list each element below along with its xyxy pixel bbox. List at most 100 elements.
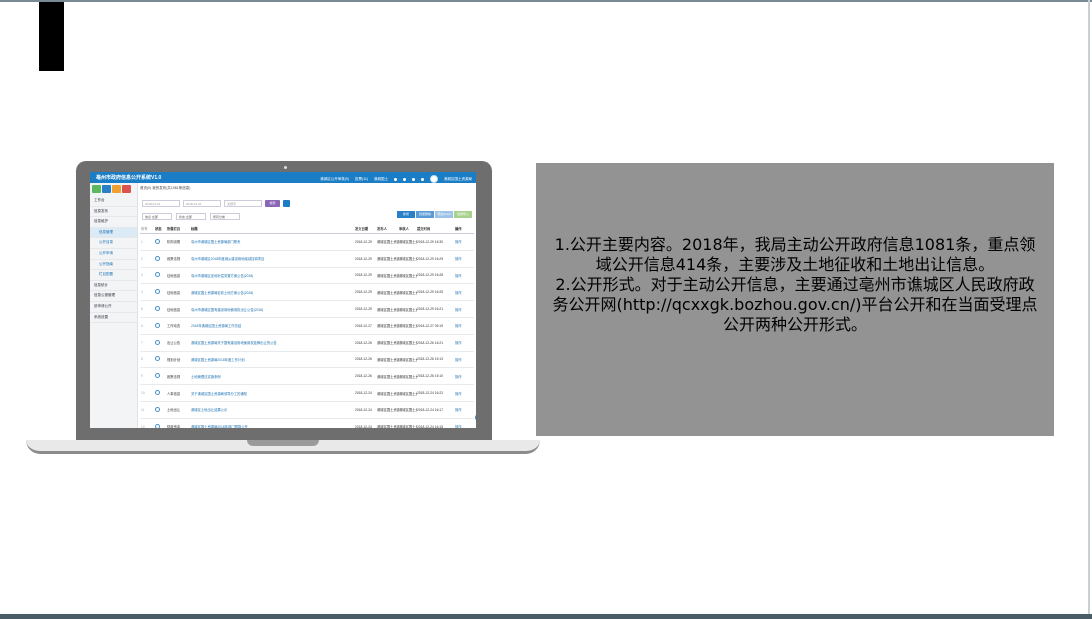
status-icon: [155, 406, 167, 413]
category-select[interactable]: 所有分类: [210, 213, 240, 220]
refresh-icon[interactable]: [403, 177, 406, 181]
message-icon[interactable]: [412, 177, 415, 181]
cell-time: 2018-12-29 16:30: [417, 239, 444, 244]
col-date[interactable]: 发文日期: [355, 226, 377, 233]
table-row[interactable]: 10 人事信息 关于谯城区国土资源局领导分工的通知 2018-12-24 谯城区国土资源…: [140, 385, 474, 402]
cell-title[interactable]: 谯城区国土资源局关于国有建设用地使用权挂牌出让的公告: [191, 340, 355, 345]
sidebar-item-catalog[interactable]: 公开目录: [90, 238, 137, 249]
home-icon[interactable]: [394, 177, 397, 181]
table-header: 序号 状态 所属栏目 标题 发文日期 发布人 审核人 提交时间 操作: [140, 226, 474, 234]
export-button[interactable]: 导出Excel: [435, 211, 453, 218]
sidebar-item-publish[interactable]: 信息发布: [90, 207, 137, 218]
sidebar-item-request[interactable]: 依申请公开: [90, 302, 137, 313]
cell-op[interactable]: 操作: [455, 323, 467, 328]
cell-op[interactable]: 操作: [455, 273, 467, 278]
col-op[interactable]: 操作: [455, 226, 467, 233]
cell-title[interactable]: 亳州市谯城区征地补偿安置方案公告(2018): [191, 273, 355, 278]
col-reviewer[interactable]: 审核人: [399, 226, 417, 233]
sidebar-item-workbench[interactable]: 工作台: [90, 196, 137, 207]
cell-time: 2018-12-26 15:13: [417, 357, 444, 362]
cell-title[interactable]: 土地管理法实施条例: [191, 374, 355, 379]
col-time[interactable]: 提交时间: [417, 226, 455, 233]
cell-op[interactable]: 操作: [455, 256, 467, 261]
tool-red-icon[interactable]: [122, 185, 131, 193]
cell-reviewer: 谯城区国土资源局: [399, 290, 417, 295]
float-tool-icon[interactable]: [475, 414, 476, 421]
cell-op[interactable]: 操作: [455, 391, 467, 396]
cell-title[interactable]: 谯城区国土资源局2018年度工作计划: [191, 357, 355, 362]
sidebar-item-manage[interactable]: 信息管理: [90, 227, 137, 239]
tool-orange-icon[interactable]: [112, 185, 121, 193]
cell-title[interactable]: 谯城区国土资源局征收土地方案公告(2018): [191, 290, 355, 295]
col-index[interactable]: 序号: [140, 226, 155, 233]
import-button[interactable]: 批量导入: [454, 211, 472, 218]
cell-date: 2018-12-24: [355, 407, 372, 412]
cell-reviewer: 谯城区国土资源局: [399, 408, 417, 413]
date-to-input[interactable]: 2018-12-31: [183, 200, 221, 207]
header-link-vote[interactable]: 投票(11): [355, 177, 368, 182]
sidebar-item-settings[interactable]: 系统设置: [90, 313, 137, 324]
cell-title[interactable]: 谯城区国土资源局2018年部门预算公开: [191, 424, 355, 428]
sidebar-item-stats[interactable]: 信息统计: [90, 281, 137, 292]
cell-category: 政策法规: [167, 257, 181, 262]
info-type-select[interactable]: 信息 全部: [142, 213, 172, 220]
sidebar-item-bulletin[interactable]: 信息公报管理: [90, 291, 137, 302]
tool-blue-icon[interactable]: [102, 185, 111, 193]
col-status[interactable]: 状态: [155, 226, 167, 233]
cell-index: 6: [141, 323, 143, 328]
status-icon: [155, 255, 167, 262]
cell-op[interactable]: 操作: [455, 424, 467, 428]
cell-publisher: 谯城区国土资源局: [377, 307, 399, 312]
col-publisher[interactable]: 发布人: [377, 226, 399, 233]
cell-op[interactable]: 操作: [455, 307, 467, 312]
table-row[interactable]: 1 机构设置 亳州市谯城区国土资源局部门职责2018-12-29 谯城区国土资源局谯城…: [140, 234, 474, 251]
info-table: 序号 状态 所属栏目 标题 发文日期 发布人 审核人 提交时间 操作 1 机构设置…: [140, 226, 474, 428]
table-row[interactable]: 11 土地出让 谯城区土地出让结果公示2018-12-24 谯城区国土资源局谯城区国土…: [140, 402, 474, 419]
cell-op[interactable]: 操作: [455, 290, 467, 295]
keyword-input[interactable]: 关键字: [224, 200, 262, 207]
cell-op[interactable]: 操作: [455, 357, 467, 362]
cell-category: 出让公告: [167, 341, 181, 346]
cell-op[interactable]: 操作: [455, 407, 467, 412]
cell-title[interactable]: 亳州市谯城区2018年度城乡建设用地增减挂钩项目: [191, 256, 355, 261]
cell-date: 2018-12-26: [355, 340, 372, 345]
avatar[interactable]: [430, 175, 438, 183]
cell-date: 2018-12-24: [355, 424, 372, 428]
cell-time: 2018-12-29 16:21: [417, 307, 444, 312]
table-row[interactable]: 8 规划计划 谯城区国土资源局2018年度工作计划 2018-12-26 谯城区国土资源…: [140, 352, 474, 369]
sidebar-item-maintain[interactable]: 信息维护: [90, 217, 137, 228]
batch-delete-button[interactable]: 批量删除: [416, 211, 434, 218]
advanced-search-icon[interactable]: [283, 200, 290, 207]
header-link-review[interactable]: 谯城区公开审核(9): [320, 177, 349, 182]
table-row[interactable]: 5 征地信息 亳州市谯城区国有建设用地使用权出让公告(2018) 2018-12-29…: [140, 301, 474, 318]
header-link-org[interactable]: 谯城国土: [374, 177, 388, 182]
cell-title[interactable]: 亳州市谯城区国有建设用地使用权出让公告(2018): [191, 307, 355, 312]
cell-title[interactable]: 亳州市谯城区国土资源局部门职责: [191, 239, 355, 244]
table-row[interactable]: 9 政策法规 土地管理法实施条例2018-12-26 谯城区国土资源局谯城区国土资源局…: [140, 368, 474, 386]
table-row[interactable]: 7 出让公告 谯城区国土资源局关于国有建设用地使用权挂牌出让的公告 2018-12-2…: [140, 335, 474, 352]
search-button[interactable]: 搜索: [265, 200, 280, 207]
header-user-name[interactable]: 谯城区国土资源局: [444, 177, 472, 182]
table-row[interactable]: 2 政策法规 亳州市谯城区2018年度城乡建设用地增减挂钩项目 2018-12-29 谯…: [140, 251, 474, 268]
table-row[interactable]: 4 征地信息 谯城区国土资源局征收土地方案公告(2018) 2018-12-29 谯城区…: [140, 284, 474, 302]
col-title[interactable]: 标题: [191, 226, 355, 233]
cell-title[interactable]: 谯城区土地出让结果公示: [191, 407, 355, 412]
date-from-input[interactable]: 2018-01-01: [142, 200, 180, 207]
tool-green-icon[interactable]: [92, 185, 101, 193]
cell-op[interactable]: 操作: [455, 374, 467, 379]
sidebar-item-column[interactable]: 栏目配置: [90, 270, 137, 281]
table-row[interactable]: 3 征地信息 亳州市谯城区征地补偿安置方案公告(2018) 2018-12-29 谯城区…: [140, 268, 474, 285]
cell-op[interactable]: 操作: [455, 340, 467, 345]
cell-category: 财政资金: [167, 425, 181, 428]
sidebar-item-apply[interactable]: 公开申请: [90, 249, 137, 260]
table-row[interactable]: 12 财政资金 谯城区国土资源局2018年部门预算公开 2018-12-24 谯城区国土…: [140, 419, 474, 428]
col-category[interactable]: 所属栏目: [167, 226, 191, 233]
status-select[interactable]: 状态 全部: [176, 213, 206, 220]
add-button[interactable]: 新增: [397, 211, 415, 218]
cell-title[interactable]: 2018年谯城区国土资源局工作总结: [191, 323, 355, 328]
user-icon[interactable]: [421, 177, 424, 181]
table-row[interactable]: 6 工作动态 2018年谯城区国土资源局工作总结2018-12-27 谯城区国土资源局…: [140, 318, 474, 335]
cell-op[interactable]: 操作: [455, 239, 467, 244]
sidebar-item-guide[interactable]: 公开指南: [90, 260, 137, 271]
cell-title[interactable]: 关于谯城区国土资源局领导分工的通知: [191, 391, 355, 396]
